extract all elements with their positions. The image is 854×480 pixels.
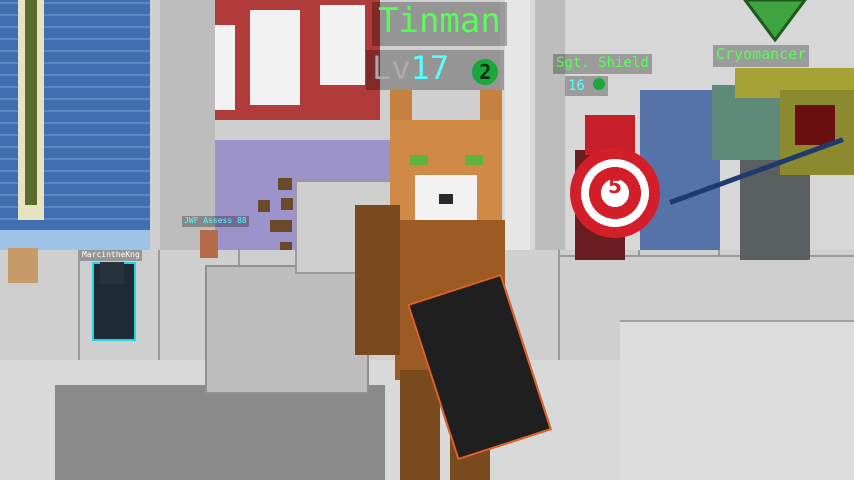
banner-letter-block <box>250 10 300 105</box>
fox-eye-left <box>410 155 428 165</box>
distant-nametag: MarcintheKng <box>80 250 142 261</box>
cryo-nametag: Cryomancer <box>713 45 810 67</box>
player-name: Sgt. Shield <box>556 55 649 71</box>
player-name: Cryomancer <box>716 45 807 63</box>
tinman-nametag: Tinman <box>372 2 507 46</box>
fox-nose <box>439 194 453 204</box>
distant-player[interactable] <box>8 248 38 283</box>
distant-nametag: JWF Assess 88 <box>182 216 249 227</box>
number-5-target-icon: 5 <box>608 174 622 198</box>
item-frame <box>270 220 292 232</box>
level-prefix: Lv <box>372 49 411 87</box>
tinman-player[interactable] <box>355 90 552 480</box>
stone-block <box>205 265 369 394</box>
level-badge <box>593 78 606 90</box>
stone-block <box>620 320 854 480</box>
stone-pillar <box>535 0 565 260</box>
item-frame <box>258 200 270 212</box>
tinman-level-tag: Lv17 2 <box>366 49 505 90</box>
game-viewport[interactable]: 5 Tinman Lv17 2 Sgt. Shield 16 Cryomance… <box>0 0 854 480</box>
item-frame <box>281 198 293 210</box>
player-name: Tinman <box>378 1 501 41</box>
level-badge: 2 <box>472 59 499 85</box>
distant-player-head <box>100 262 124 284</box>
item-frame <box>278 178 292 190</box>
level-number: 17 <box>410 49 450 87</box>
distant-player[interactable] <box>200 230 218 258</box>
player-name: MarcintheKng <box>82 250 140 259</box>
building-stripe-inner <box>25 0 37 205</box>
fox-eye-right <box>465 155 483 165</box>
green-arrow-icon <box>743 0 807 42</box>
fox-arm-left <box>355 205 400 355</box>
level-number: 16 <box>568 78 585 94</box>
shield-nametag: Sgt. Shield <box>553 54 652 74</box>
player-name: JWF Assess 88 <box>184 216 247 225</box>
cryo-shield-inner <box>795 105 835 145</box>
banner-letter-block <box>320 5 365 85</box>
floor-band-dark <box>55 385 385 480</box>
shield-level-tag: 16 <box>565 76 609 96</box>
